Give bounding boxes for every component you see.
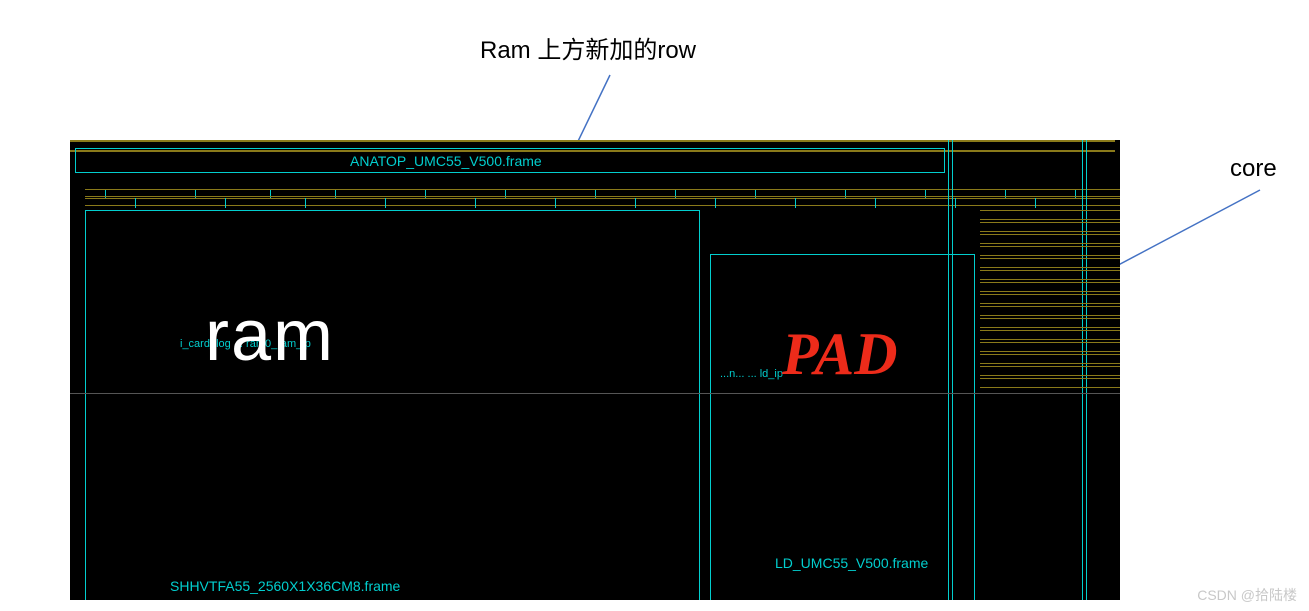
watermark: CSDN @拾陆楼 [1197, 585, 1297, 605]
core-row [980, 366, 1120, 376]
annotation-new-row: Ram 上方新加的row [480, 30, 696, 65]
core-row [980, 210, 1120, 220]
core-row [980, 222, 1120, 232]
label-shhv: SHHVTFA55_2560X1X36CM8.frame [170, 578, 400, 594]
label-pad-instance: ...n... ... ld_ip [720, 368, 783, 380]
core-row [980, 378, 1120, 388]
annotation-core: core [1230, 155, 1277, 183]
core-row [980, 234, 1120, 244]
core-row [980, 282, 1120, 292]
overlay-ram-label: ram [205, 295, 335, 377]
row-between-1 [85, 189, 1120, 197]
vline-1 [948, 140, 949, 600]
row-tick-band-2 [75, 198, 1120, 208]
layout-canvas: ANATOP_UMC55_V500.frame i_card_log ... r… [70, 140, 1120, 600]
core-row [980, 354, 1120, 364]
vline-2 [952, 140, 953, 600]
overlay-pad-label: PAD [782, 320, 898, 389]
core-row [980, 330, 1120, 340]
label-anatop: ANATOP_UMC55_V500.frame [350, 153, 542, 169]
core-row [980, 246, 1120, 256]
core-row [980, 258, 1120, 268]
label-ld: LD_UMC55_V500.frame [775, 555, 928, 571]
core-row [980, 294, 1120, 304]
frame-ld-pad [710, 254, 975, 600]
thin-grey-line [70, 393, 1120, 394]
frame-shhv-ram [85, 210, 700, 600]
core-row [980, 270, 1120, 280]
core-row [980, 306, 1120, 316]
core-row [980, 318, 1120, 328]
core-row [980, 342, 1120, 352]
